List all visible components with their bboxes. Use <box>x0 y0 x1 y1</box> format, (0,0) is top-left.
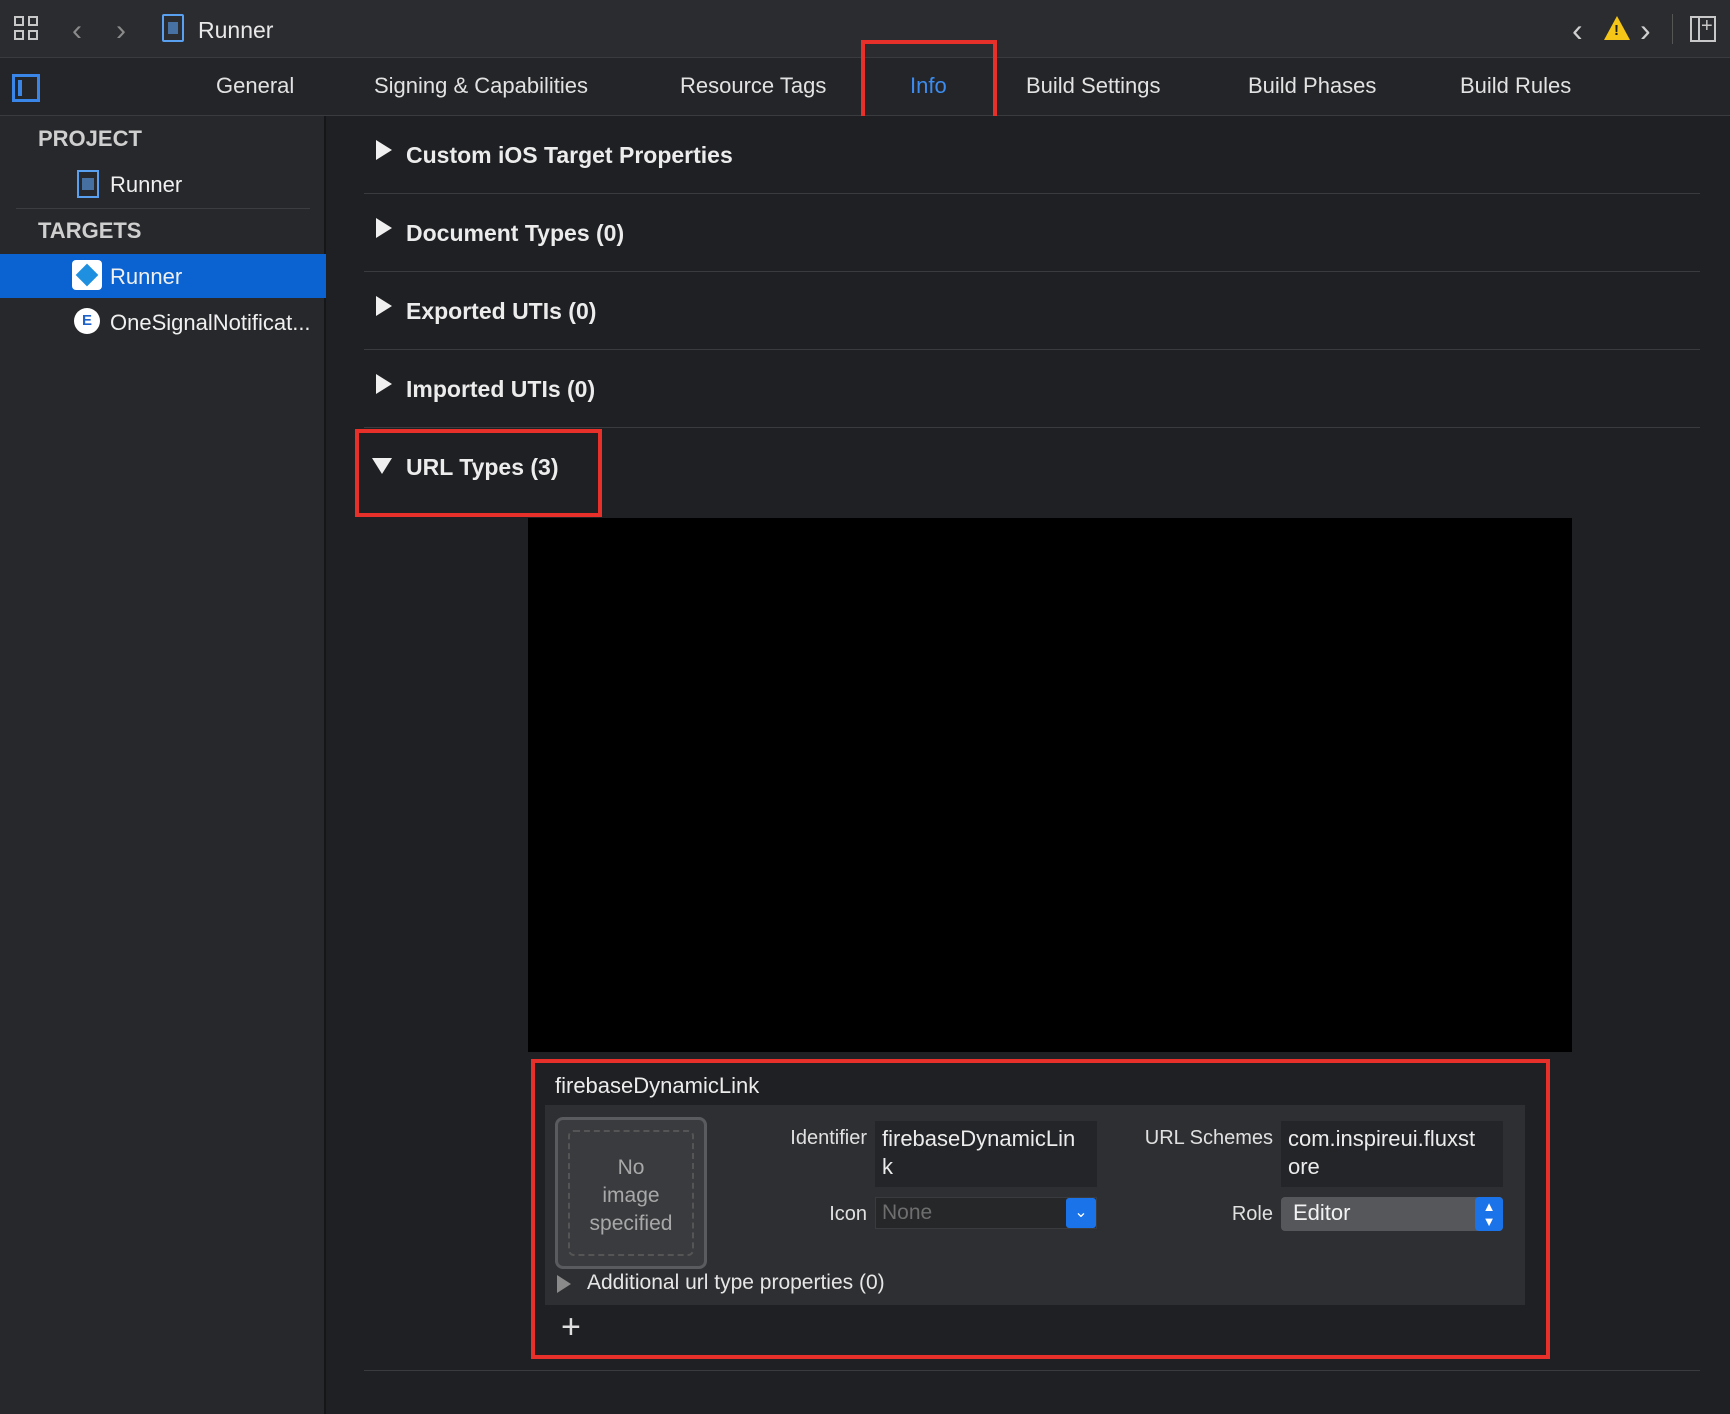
section-label: Custom iOS Target Properties <box>406 142 733 168</box>
chevron-down-icon[interactable]: ⌄ <box>1066 1198 1096 1228</box>
back-arrow-icon[interactable]: ‹ <box>72 14 82 48</box>
sidebar-divider <box>16 208 310 209</box>
identifier-field[interactable]: firebaseDynamicLin k <box>875 1121 1097 1187</box>
role-select-value: Editor <box>1293 1200 1351 1225</box>
sidebar-item-label: Runner <box>110 172 183 197</box>
tab-general[interactable]: General <box>216 73 294 99</box>
icon-select-placeholder: None <box>882 1201 933 1224</box>
url-type-name: firebaseDynamicLink <box>555 1073 760 1098</box>
sidebar-item-label: OneSignalNotificat... <box>110 310 311 335</box>
add-url-type-button[interactable]: + <box>561 1310 581 1344</box>
forward-arrow-icon[interactable]: › <box>116 14 126 48</box>
extension-icon: E <box>74 308 100 334</box>
section-document-types[interactable]: Document Types (0) <box>364 194 1700 272</box>
no-image-line: No <box>617 1156 645 1179</box>
section-custom-ios-target-properties[interactable]: Custom iOS Target Properties <box>364 116 1700 194</box>
identifier-label: Identifier <box>790 1127 867 1149</box>
url-type-panel: No image specified Identifier firebaseDy… <box>545 1105 1525 1305</box>
disclosure-right-icon[interactable] <box>376 296 392 316</box>
additional-properties-label[interactable]: Additional url type properties (0) <box>587 1271 885 1295</box>
inspector-toggle-icon[interactable] <box>1690 15 1716 42</box>
identifier-value-line: firebaseDynamicLin <box>882 1126 1076 1151</box>
disclosure-right-icon[interactable] <box>376 218 392 238</box>
redacted-region <box>528 518 1572 1052</box>
section-divider <box>364 1370 1700 1371</box>
sidebar-toggle-icon[interactable] <box>12 74 40 102</box>
sidebar-item-target-onesignal[interactable]: E OneSignalNotificat... <box>0 300 326 344</box>
project-file-icon <box>162 14 184 42</box>
section-exported-utis[interactable]: Exported UTIs (0) <box>364 272 1700 350</box>
disclosure-right-icon[interactable] <box>376 140 392 160</box>
disclosure-right-icon[interactable] <box>376 374 392 394</box>
section-imported-utis[interactable]: Imported UTIs (0) <box>364 350 1700 428</box>
section-label: Imported UTIs (0) <box>406 376 596 402</box>
no-image-line: image <box>602 1184 660 1207</box>
url-schemes-label: URL Schemes <box>1144 1127 1273 1149</box>
url-schemes-value-line: ore <box>1288 1154 1320 1179</box>
url-types-highlight-box <box>355 429 602 517</box>
warning-icon[interactable]: ! <box>1604 16 1630 40</box>
section-label: Exported UTIs (0) <box>406 298 597 324</box>
toolbar-divider <box>1672 14 1673 44</box>
sidebar-item-target-runner[interactable]: Runner <box>0 254 326 298</box>
role-select[interactable]: Editor ▲ ▼ <box>1281 1197 1503 1231</box>
target-sidebar: PROJECT Runner TARGETS Runner E OneSigna… <box>0 116 326 1414</box>
project-file-icon <box>77 170 99 198</box>
breadcrumb-title[interactable]: Runner <box>198 17 273 44</box>
disclosure-right-icon[interactable] <box>557 1275 571 1293</box>
no-image-line: specified <box>589 1212 673 1235</box>
no-image-text: No image specified <box>558 1154 704 1238</box>
url-type-entry: firebaseDynamicLink No image specified I… <box>531 1059 1550 1359</box>
project-header: PROJECT <box>38 126 142 151</box>
role-label: Role <box>1231 1203 1273 1225</box>
tab-build-settings[interactable]: Build Settings <box>1026 73 1161 99</box>
url-schemes-field[interactable]: com.inspireui.fluxst ore <box>1281 1121 1503 1187</box>
url-schemes-value-line: com.inspireui.fluxst <box>1288 1126 1476 1151</box>
url-icon-well[interactable]: No image specified <box>555 1117 707 1269</box>
tab-signing-capabilities[interactable]: Signing & Capabilities <box>374 73 588 99</box>
grid-icon[interactable] <box>14 16 40 42</box>
tab-build-rules[interactable]: Build Rules <box>1460 73 1571 99</box>
flutter-app-icon <box>72 260 102 290</box>
targets-header: TARGETS <box>38 218 142 243</box>
up-down-chevron-icon[interactable]: ▲ ▼ <box>1475 1197 1503 1231</box>
identifier-value-line: k <box>882 1154 893 1179</box>
icon-select[interactable]: None ⌄ <box>875 1197 1097 1229</box>
info-tab-highlight-box <box>861 40 997 127</box>
section-label: Document Types (0) <box>406 220 625 246</box>
warning-prev-icon[interactable]: ‹ <box>1572 12 1583 49</box>
tab-resource-tags[interactable]: Resource Tags <box>680 73 826 99</box>
sidebar-item-project-runner[interactable]: Runner <box>0 162 326 206</box>
warning-next-icon[interactable]: › <box>1640 12 1651 49</box>
icon-label: Icon <box>829 1203 867 1225</box>
tab-build-phases[interactable]: Build Phases <box>1248 73 1376 99</box>
sidebar-item-label: Runner <box>110 264 183 289</box>
